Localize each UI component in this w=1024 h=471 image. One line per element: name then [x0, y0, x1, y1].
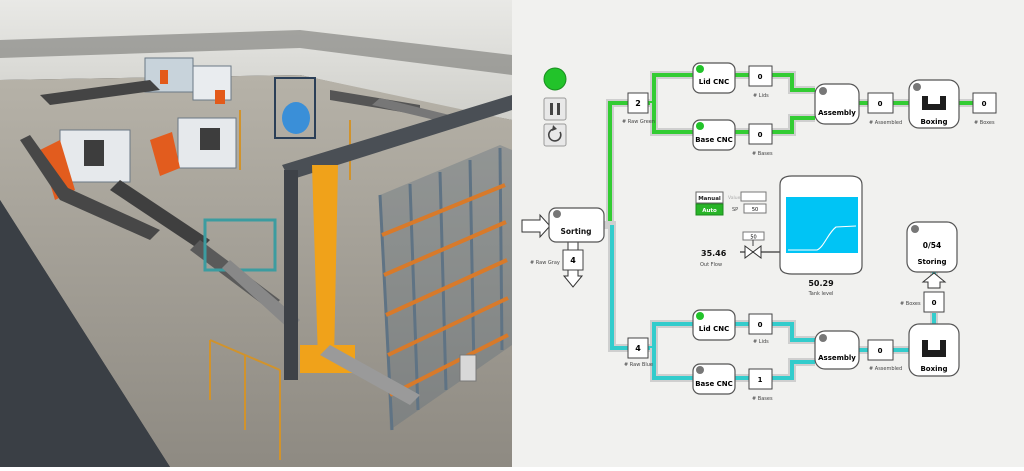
bottom-base-cnc[interactable]: Base CNC: [692, 363, 736, 395]
bottom-assembly-status-led: [819, 334, 827, 342]
manual-mode-button[interactable]: Manual: [695, 191, 724, 204]
top-lids-caption: # Lids: [753, 93, 769, 99]
control-cabinet: [459, 354, 477, 382]
tank: [779, 175, 863, 275]
top-boxes-counter: 0: [972, 92, 997, 114]
bottom-lid-cnc-status-led: [696, 312, 704, 320]
svg-text:0: 0: [932, 299, 937, 307]
outflow-valve[interactable]: [744, 240, 762, 259]
raw-green-caption: # Raw Green: [622, 119, 655, 125]
svg-text:4: 4: [635, 344, 641, 353]
svg-text:0: 0: [982, 100, 987, 108]
bottom-boxes-caption: # Boxes: [900, 301, 921, 307]
bottom-lid-cnc[interactable]: Lid CNC: [692, 309, 736, 341]
top-assembly-status-led: [819, 87, 827, 95]
tank-level-value: 50.29: [808, 279, 834, 288]
svg-text:Lid CNC: Lid CNC: [699, 325, 729, 333]
raw-blue-counter: 4: [627, 337, 649, 359]
top-base-cnc[interactable]: Base CNC: [692, 119, 736, 151]
bottom-assembled-caption: # Assembled: [869, 366, 902, 372]
svg-text:50: 50: [750, 235, 756, 241]
top-boxing-status-led: [913, 83, 921, 91]
bottom-base-cnc-status-led: [696, 366, 704, 374]
svg-text:2: 2: [635, 99, 641, 108]
sp-label: SP: [732, 207, 738, 213]
bottom-lids-counter: 0: [748, 313, 773, 335]
svg-text:Assembly: Assembly: [818, 109, 856, 117]
top-assembled-caption: # Assembled: [869, 120, 902, 126]
sorting-status-led: [553, 210, 561, 218]
top-boxes-caption: # Boxes: [974, 120, 995, 126]
svg-text:Boxing: Boxing: [920, 365, 947, 373]
valve-value-input[interactable]: 50: [742, 231, 765, 241]
raw-green-counter: 2: [627, 92, 649, 114]
reset-button[interactable]: [543, 123, 567, 147]
sorting-label: Sorting: [560, 227, 591, 236]
outflow-caption: Out Flow: [700, 262, 722, 268]
svg-text:Lid CNC: Lid CNC: [699, 78, 729, 86]
storing-value: 0/54: [923, 241, 941, 250]
factory-3d-view: [0, 0, 512, 467]
storing-inlet-arrow: [921, 272, 947, 289]
value-label: Value: [728, 195, 741, 201]
top-bases-counter: 0: [748, 123, 773, 145]
raw-blue-caption: # Raw Blue: [624, 362, 653, 368]
auto-mode-button[interactable]: Auto: [695, 203, 724, 216]
raw-gray-caption: # Raw Gray: [530, 260, 560, 266]
top-lids-counter: 0: [748, 65, 773, 87]
svg-text:0: 0: [878, 100, 883, 108]
tank-level-caption: Tank level: [808, 291, 834, 297]
svg-text:0: 0: [878, 347, 883, 355]
tank-trend-chart: [786, 197, 858, 253]
svg-text:0: 0: [758, 321, 763, 329]
svg-text:Boxing: Boxing: [920, 118, 947, 126]
storing-station[interactable]: 0/54 Storing: [906, 221, 958, 273]
pause-button[interactable]: [543, 97, 567, 121]
bottom-lids-caption: # Lids: [753, 339, 769, 345]
bottom-assembled-counter: 0: [867, 339, 894, 361]
svg-text:0: 0: [758, 73, 763, 81]
svg-text:4: 4: [570, 256, 576, 265]
svg-text:Auto: Auto: [702, 208, 717, 214]
outflow-value: 35.46: [701, 249, 727, 258]
top-base-cnc-status-led: [696, 122, 704, 130]
sorting-station[interactable]: Sorting: [548, 207, 605, 243]
svg-text:0: 0: [758, 131, 763, 139]
sp-input[interactable]: 50: [743, 203, 767, 214]
value-input[interactable]: [740, 191, 767, 202]
svg-text:Base CNC: Base CNC: [695, 136, 733, 144]
storing-label: Storing: [917, 258, 946, 266]
bottom-assembly[interactable]: Assembly: [814, 330, 860, 370]
scada-panel: Sorting 4 # Raw Gray 2 # Raw Green Lid C…: [512, 0, 1024, 467]
svg-text:Assembly: Assembly: [818, 354, 856, 362]
process-diagram: Sorting 4 # Raw Gray 2 # Raw Green Lid C…: [521, 62, 997, 402]
run-indicator[interactable]: [543, 67, 567, 91]
svg-text:50: 50: [752, 207, 758, 213]
top-boxing[interactable]: Boxing: [908, 79, 960, 129]
bottom-bases-caption: # Bases: [752, 396, 773, 402]
top-lid-cnc-status-led: [696, 65, 704, 73]
svg-text:Base CNC: Base CNC: [695, 380, 733, 388]
top-bases-caption: # Bases: [752, 151, 773, 157]
bottom-boxing[interactable]: Boxing: [908, 323, 960, 377]
raw-gray-counter: 4: [562, 249, 584, 271]
svg-text:1: 1: [758, 376, 763, 384]
top-assembly[interactable]: Assembly: [814, 83, 860, 125]
bottom-bases-counter: 1: [748, 368, 773, 390]
top-lid-cnc[interactable]: Lid CNC: [692, 62, 736, 94]
svg-text:Manual: Manual: [698, 196, 721, 202]
bottom-boxes-counter: 0: [923, 291, 945, 313]
storing-status-led: [911, 225, 919, 233]
top-assembled-counter: 0: [867, 92, 894, 114]
